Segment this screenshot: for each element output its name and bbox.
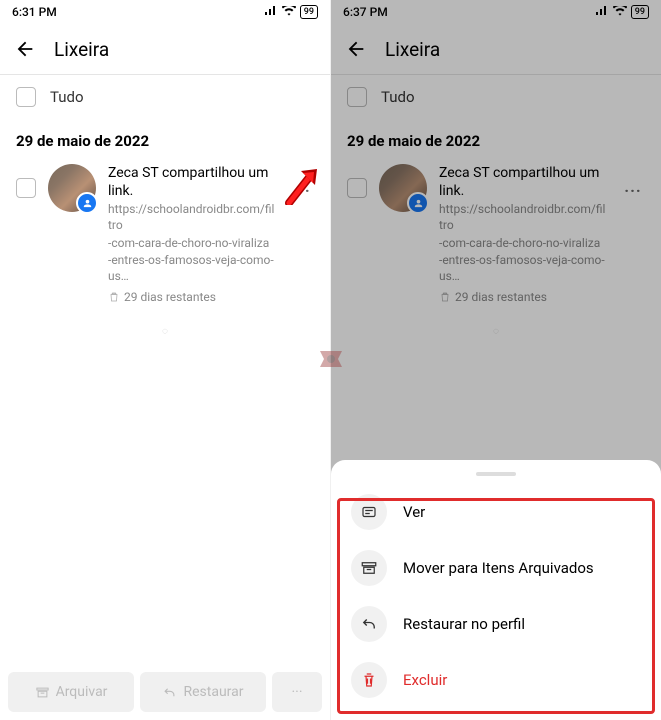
action-sheet: Ver Mover para Itens Arquivados Restaura…: [331, 460, 661, 720]
archive-icon: [35, 685, 50, 700]
select-all-checkbox[interactable]: [16, 87, 36, 107]
item-avatar[interactable]: [48, 164, 96, 212]
trash-icon: [108, 291, 120, 303]
battery-icon: 99: [300, 5, 318, 19]
sheet-delete[interactable]: Excluir: [331, 652, 661, 708]
sheet-archive[interactable]: Mover para Itens Arquivados: [331, 540, 661, 596]
back-button[interactable]: [14, 38, 36, 60]
item-link-line2: -com-cara-de-choro-no-viraliza: [108, 236, 278, 252]
sheet-handle[interactable]: [476, 472, 516, 476]
page-header: Lixeira: [0, 24, 330, 74]
trash-item: Zeca ST compartilhou um link. https://sc…: [0, 158, 330, 310]
item-checkbox[interactable]: [16, 178, 36, 198]
wifi-icon: [282, 5, 296, 19]
item-remaining: 29 dias restantes: [108, 290, 278, 304]
item-link-line1: https://schoolandroidbr.com/filtro: [108, 202, 278, 233]
status-bar: 6:31 PM 99: [0, 0, 330, 24]
phone-screen-right: 6:37 PM 99 Lixeira Tudo 29 de maio de 20…: [331, 0, 661, 720]
view-icon: [351, 494, 387, 530]
delete-icon: [351, 662, 387, 698]
select-all-row[interactable]: Tudo: [0, 74, 330, 118]
more-actions-button[interactable]: ···: [272, 672, 322, 712]
select-all-label: Tudo: [50, 88, 84, 106]
item-title: Zeca ST compartilhou um link.: [108, 164, 278, 200]
bottom-toolbar: Arquivar Restaurar ···: [8, 672, 322, 712]
link-badge-icon: [76, 192, 98, 214]
loading-indicator: ◌: [0, 310, 330, 353]
undo-icon: [162, 685, 177, 700]
watermark-logo: [316, 345, 346, 375]
annotation-arrow: [283, 165, 323, 205]
page-title: Lixeira: [54, 38, 109, 61]
sheet-restore[interactable]: Restaurar no perfil: [331, 596, 661, 652]
restore-button[interactable]: Restaurar: [140, 672, 266, 712]
status-time: 6:31 PM: [12, 5, 57, 19]
sheet-view-label: Ver: [403, 503, 425, 521]
date-header: 29 de maio de 2022: [0, 118, 330, 158]
archive-icon: [351, 550, 387, 586]
item-link-line3: -entres-os-famosos-veja-como-us…: [108, 253, 278, 284]
item-body[interactable]: Zeca ST compartilhou um link. https://sc…: [108, 164, 278, 304]
sheet-archive-label: Mover para Itens Arquivados: [403, 559, 594, 577]
undo-icon: [351, 606, 387, 642]
archive-button[interactable]: Arquivar: [8, 672, 134, 712]
sheet-view[interactable]: Ver: [331, 484, 661, 540]
status-icons: 99: [264, 5, 318, 19]
phone-screen-left: 6:31 PM 99 Lixeira Tudo 29 de maio de 20…: [0, 0, 330, 720]
sheet-delete-label: Excluir: [403, 671, 447, 689]
sheet-restore-label: Restaurar no perfil: [403, 615, 525, 633]
signal-icon: [264, 5, 278, 19]
